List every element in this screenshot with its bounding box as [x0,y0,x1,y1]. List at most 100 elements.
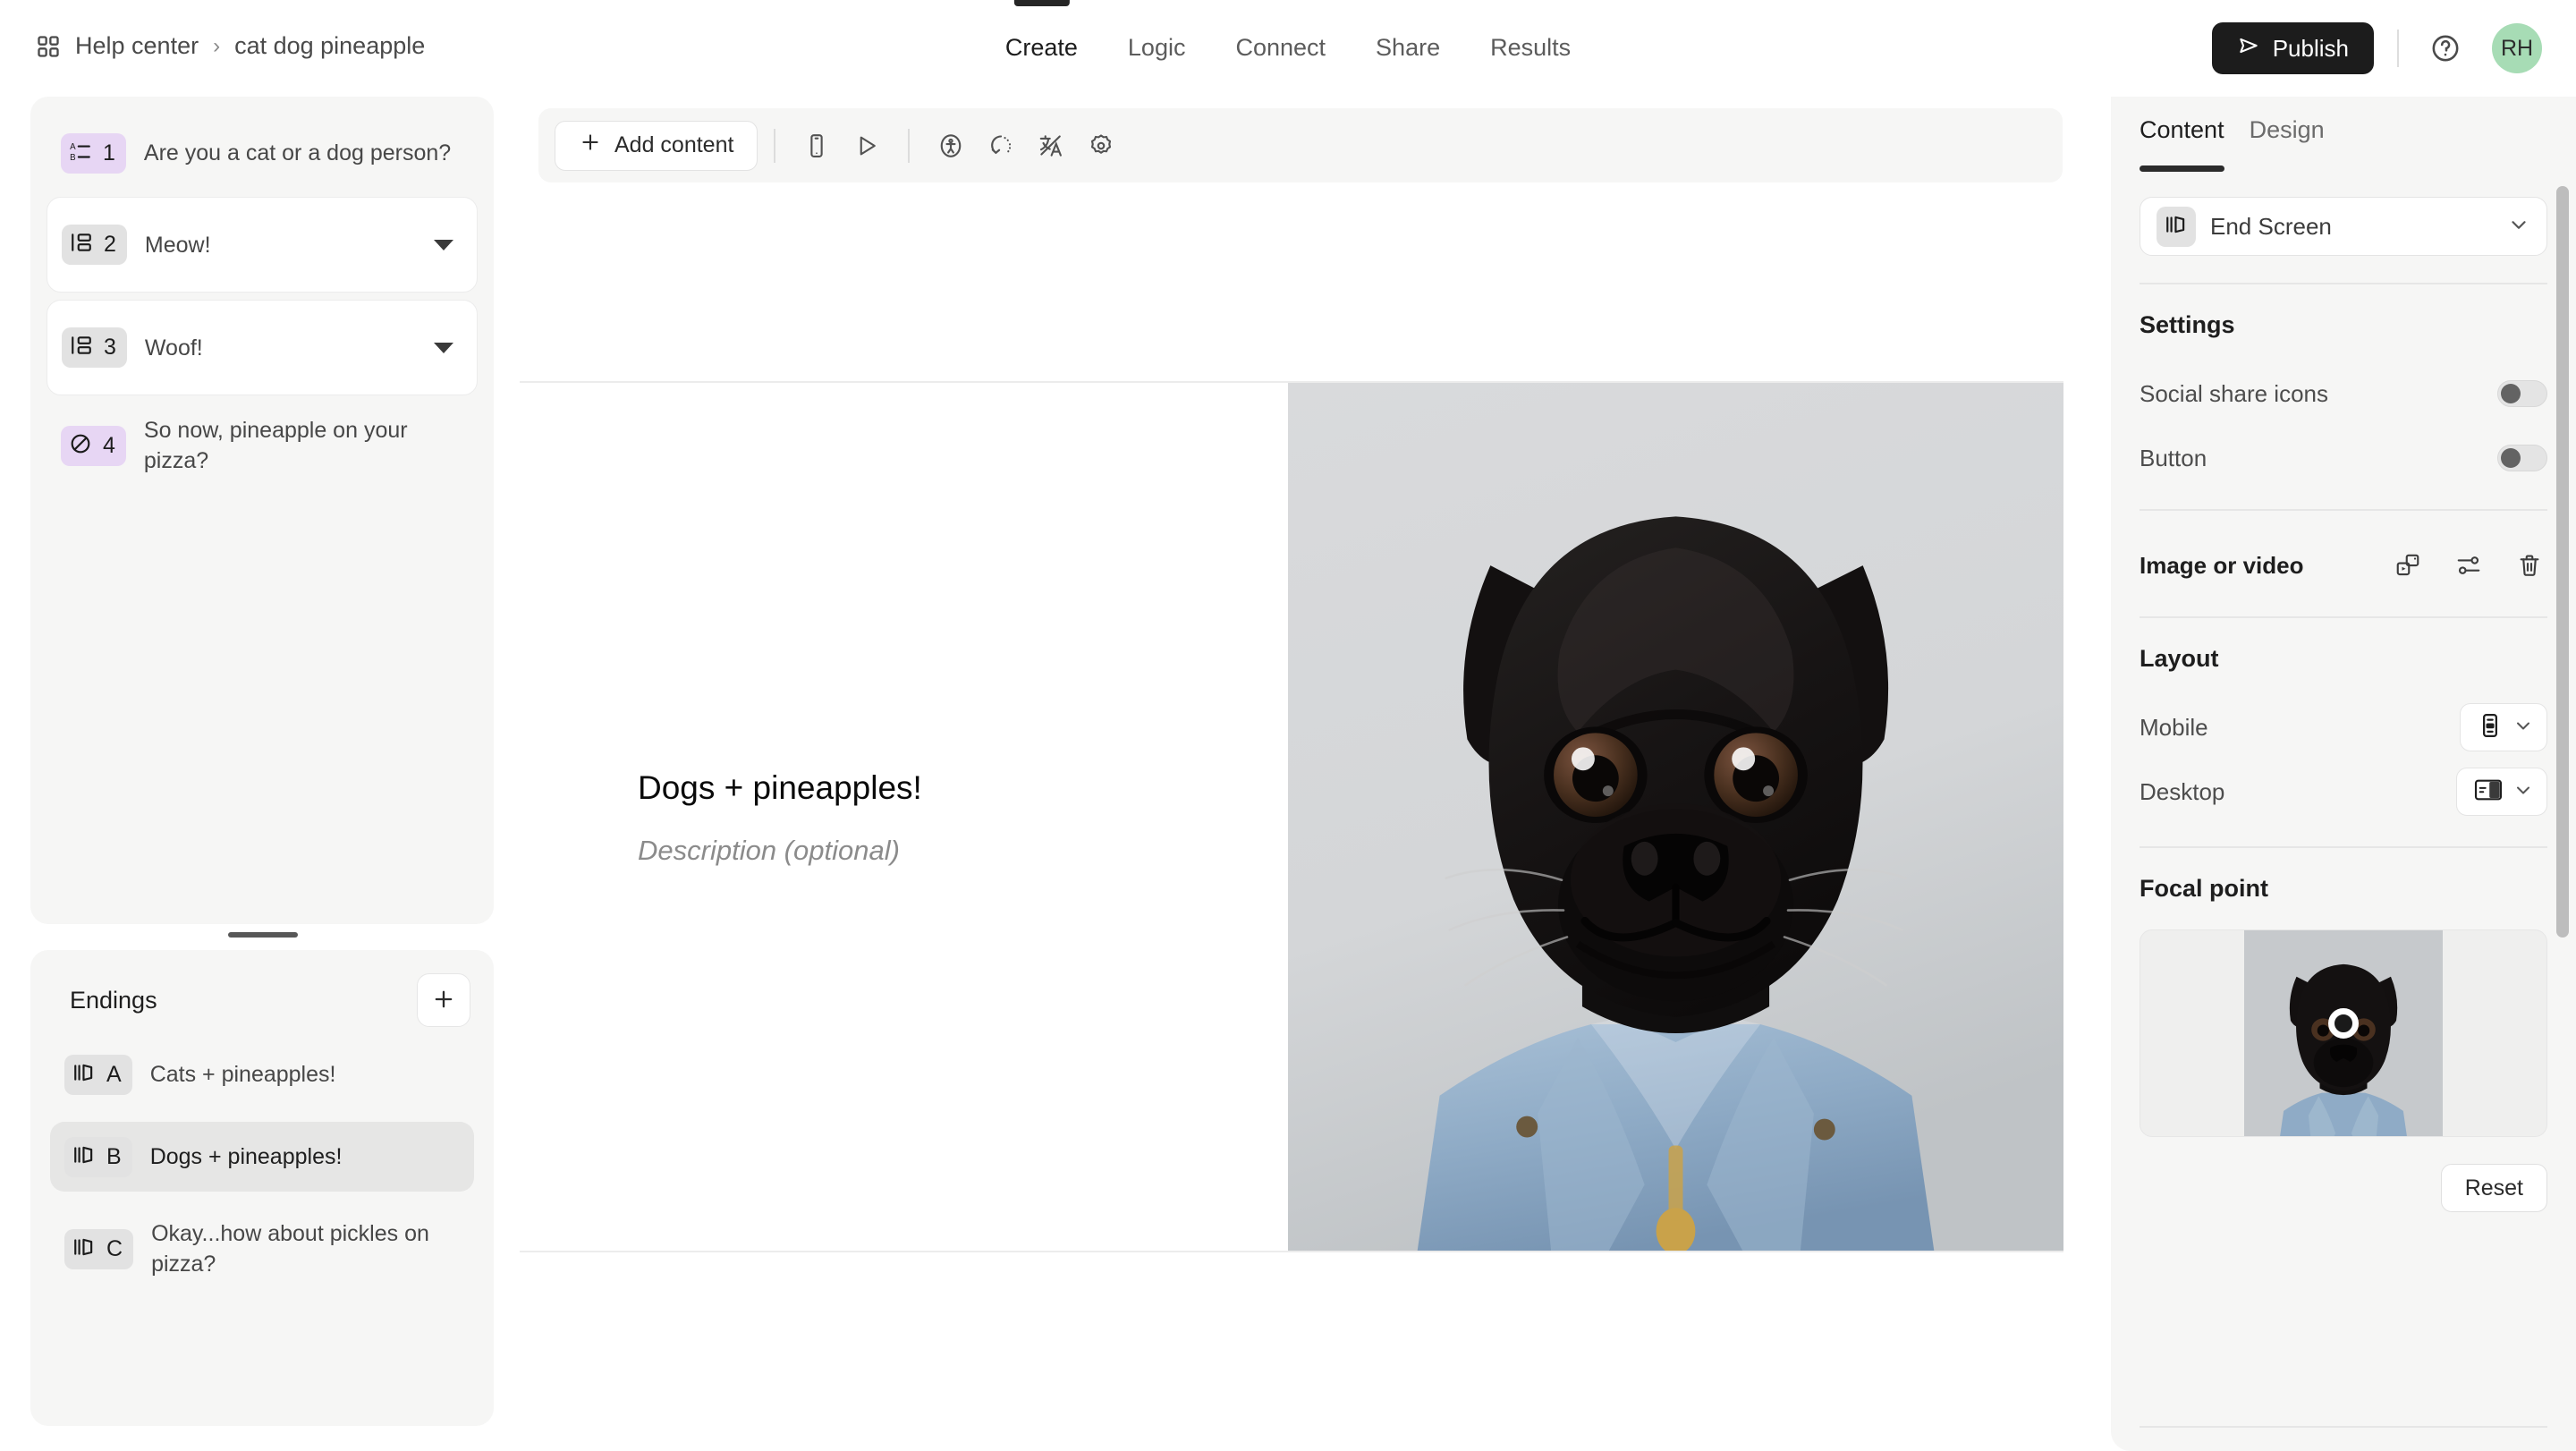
question-number-4: 4 [103,432,115,458]
focal-point-section-title: Focal point [2140,875,2268,902]
publish-button[interactable]: Publish [2211,22,2374,74]
play-preview-icon[interactable] [842,121,892,171]
statement-icon [70,334,93,361]
svg-text:B: B [70,152,76,162]
toggle-social-share-icons[interactable] [2497,380,2547,407]
main-nav-tabs: Create Logic Connect Share Results [1004,0,1572,97]
trash-icon[interactable] [2512,547,2547,583]
settings-section-title: Settings [2140,311,2235,338]
question-item-3[interactable]: 3 Woof! [47,300,478,395]
add-ending-button[interactable] [417,973,470,1027]
endings-header: Endings [50,973,474,1027]
help-circle-icon[interactable] [2422,25,2469,72]
tab-connect[interactable]: Connect [1233,0,1327,98]
logic-loop-icon[interactable] [976,121,1026,171]
end-screen-preview: Dogs + pineapples! Description (optional… [520,381,2063,1252]
translate-icon[interactable] [1026,121,1076,171]
tab-share[interactable]: Share [1374,0,1442,98]
screen-type-select[interactable]: End Screen [2140,197,2547,256]
layout-select-mobile[interactable] [2460,703,2547,751]
reset-focal-point-button[interactable]: Reset [2440,1164,2547,1212]
multiple-choice-icon: A B [69,140,92,167]
top-header: Help center › cat dog pineapple Create L… [0,0,2576,97]
layout-label-desktop: Desktop [2140,777,2225,805]
question-number-3: 3 [104,335,116,360]
replace-media-icon[interactable] [2390,547,2426,583]
tab-create[interactable]: Create [1004,0,1080,98]
layout-row-desktop: Desktop [2140,764,2547,819]
tab-content[interactable]: Content [2140,116,2224,172]
question-item-1[interactable]: A B 1 Are you a cat or a dog person? [47,116,478,190]
tab-logic[interactable]: Logic [1126,0,1188,98]
ending-item-a[interactable]: A Cats + pineapples! [50,1039,474,1109]
end-screen-icon [2165,213,2188,241]
preview-image[interactable] [1288,383,2063,1251]
toggle-knob [2501,448,2521,468]
layout-select-desktop[interactable] [2456,768,2547,816]
preview-description-placeholder[interactable]: Description (optional) [638,835,1288,867]
ending-label-b: Dogs + pineapples! [149,1144,343,1169]
canvas-toolbar: Add content [538,108,2063,182]
question-item-2[interactable]: 2 Meow! [47,197,478,293]
focal-point-marker[interactable] [2328,1007,2359,1039]
accessibility-icon[interactable] [926,121,976,171]
ending-item-c[interactable]: C Okay...how about pickles on pizza? [50,1204,474,1294]
statement-icon [70,231,93,259]
ending-item-b[interactable]: B Dogs + pineapples! [50,1122,474,1192]
question-badge-3: 3 [62,327,127,368]
toggle-button[interactable] [2497,445,2547,471]
question-number-2: 2 [104,232,116,257]
panel-scrollbar[interactable] [2556,186,2569,938]
ending-badge-c: C [64,1228,134,1269]
chevron-down-icon[interactable] [434,239,453,250]
panel-divider [2140,616,2547,618]
app-root: Help center › cat dog pineapple Create L… [0,0,2576,1451]
publish-label: Publish [2272,34,2349,62]
avatar[interactable]: RH [2492,23,2542,73]
chevron-down-icon [2512,715,2534,741]
chevron-down-icon [2507,213,2530,241]
breadcrumb-workspace[interactable]: Help center [75,32,199,60]
tab-results[interactable]: Results [1488,0,1572,98]
layout-label-mobile: Mobile [2140,713,2208,741]
question-badge-1: A B 1 [61,132,126,174]
ending-label-a: Cats + pineapples! [149,1062,336,1087]
send-icon [2237,34,2260,64]
chevron-down-icon[interactable] [434,342,453,353]
toolbar-divider [774,128,776,163]
chevron-down-icon [2512,779,2534,805]
black-pug-in-denim-jacket-illustration [1288,383,2063,1251]
settings-gear-icon[interactable] [1076,121,1126,171]
plus-icon [431,987,456,1014]
grid-icon[interactable] [36,34,61,59]
layout-row-mobile: Mobile [2140,700,2547,755]
question-label-2: Meow! [144,232,211,258]
sidebar-resize-handle[interactable] [228,932,298,938]
question-label-4: So now, pineapple on your pizza? [143,418,408,473]
canvas-area: Add content Dogs + pineapples! Descripti… [520,97,2063,1451]
ending-badge-a: A [64,1054,132,1095]
panel-tabs: Content Design [2111,97,2576,172]
setting-row-social-share: Social share icons [2140,366,2547,421]
toolbar-divider [908,128,911,163]
screen-type-value: End Screen [2210,212,2332,240]
mobile-preview-icon[interactable] [792,121,842,171]
focal-point-preview[interactable] [2140,929,2547,1137]
add-content-button[interactable]: Add content [555,120,758,171]
endings-panel: Endings A Cats + pineapples! B Dogs + pi… [30,950,494,1426]
question-item-4[interactable]: 4 So now, pineapple on your pizza? [47,403,478,488]
question-label-1: Are you a cat or a dog person? [143,140,452,165]
panel-divider [2140,846,2547,848]
preview-title[interactable]: Dogs + pineapples! [638,767,1288,810]
question-label-3: Woof! [144,335,203,361]
add-content-label: Add content [614,132,734,157]
media-row: Image or video [2140,538,2547,593]
adjust-sliders-icon[interactable] [2451,547,2487,583]
question-number-1: 1 [103,140,115,165]
layout-mobile-stacked-icon [2477,712,2504,743]
toggle-knob [2501,384,2521,403]
breadcrumb-separator: › [213,33,221,58]
breadcrumb-current[interactable]: cat dog pineapple [234,32,425,60]
properties-panel: Content Design End Screen Settings Socia… [2111,97,2576,1451]
tab-design[interactable]: Design [2250,116,2325,172]
